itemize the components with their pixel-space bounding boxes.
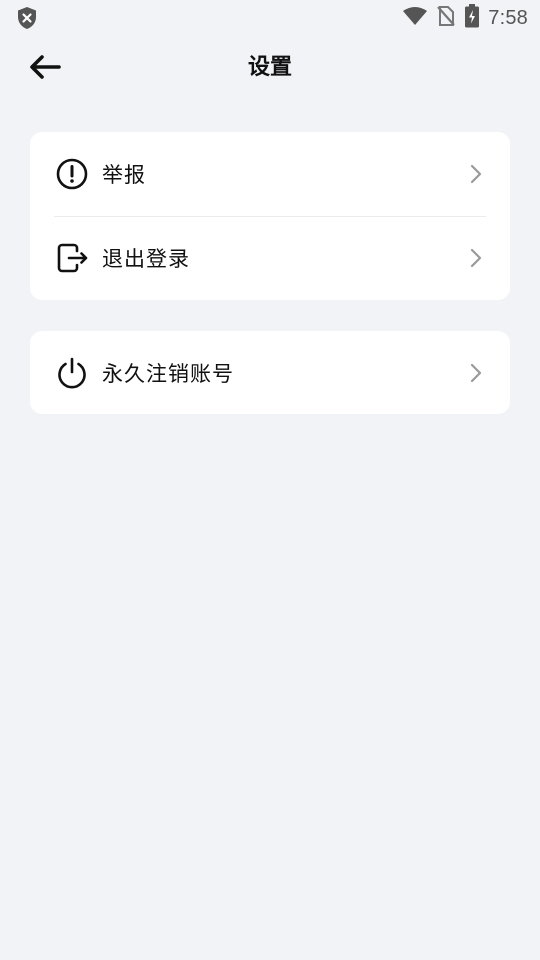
- chevron-right-icon: [468, 164, 484, 184]
- alert-circle-icon: [54, 156, 90, 192]
- power-icon: [54, 355, 90, 391]
- arrow-left-icon: [28, 54, 62, 84]
- delete-account-row[interactable]: 永久注销账号: [30, 331, 510, 414]
- delete-account-label: 永久注销账号: [102, 361, 234, 386]
- wifi-icon: [402, 6, 428, 30]
- page-title: 设置: [247, 55, 292, 80]
- status-bar: 7:58: [0, 0, 540, 36]
- no-sim-icon: [436, 5, 456, 31]
- logout-row[interactable]: 退出登录: [30, 216, 510, 300]
- settings-group-account: 举报 退出登录: [30, 132, 510, 300]
- report-row[interactable]: 举报: [30, 132, 510, 216]
- settings-group-danger: 永久注销账号: [30, 331, 510, 414]
- status-time: 7:58: [488, 6, 528, 29]
- battery-charging-icon: [464, 4, 480, 32]
- chevron-right-icon: [468, 248, 484, 268]
- back-button[interactable]: [22, 50, 68, 88]
- shield-icon: [16, 6, 38, 30]
- app-header: 设置: [0, 36, 540, 100]
- chevron-right-icon: [468, 363, 484, 383]
- report-label: 举报: [102, 163, 146, 187]
- logout-label: 退出登录: [102, 247, 190, 271]
- logout-icon: [54, 240, 90, 276]
